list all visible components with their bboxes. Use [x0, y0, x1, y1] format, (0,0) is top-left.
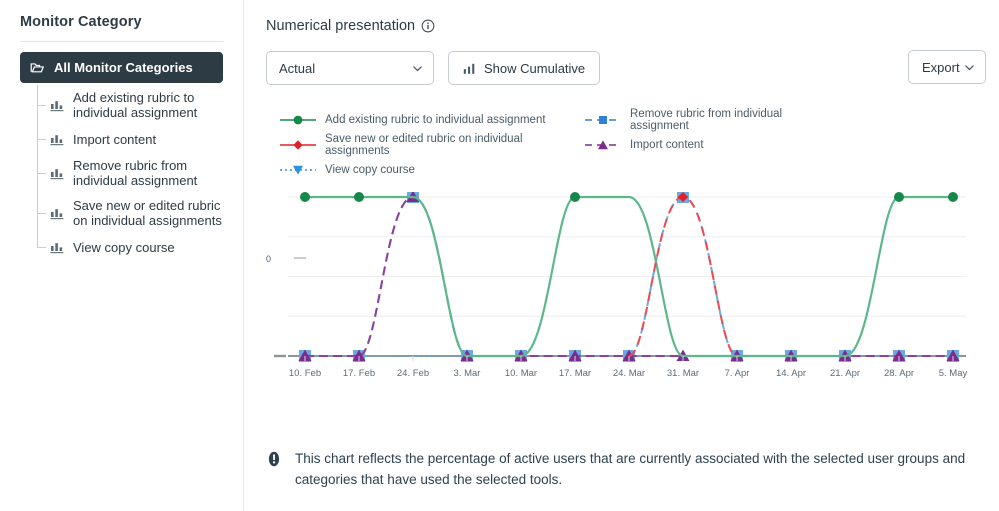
chart-description: This chart reflects the percentage of ac…: [266, 448, 986, 490]
sidebar: Monitor Category All Monitor Categories: [0, 0, 244, 511]
chart-container: 0 10. Feb 17. Feb 24. Feb 3. Mar 10. Mar…: [266, 192, 986, 392]
sidebar-item-add-existing-rubric[interactable]: Add existing rubric to individual assign…: [37, 85, 223, 125]
presentation-select[interactable]: Actual: [266, 51, 434, 85]
page-root: Monitor Category All Monitor Categories: [0, 0, 999, 511]
bar-chart-icon: [49, 205, 65, 221]
x-tick-label: 17. Mar: [559, 368, 591, 379]
legend-marker-square-icon: [583, 113, 623, 127]
y-axis: 0: [266, 254, 306, 358]
bar-chart-icon: [49, 131, 65, 147]
legend-marker-triangle-icon: [583, 138, 623, 152]
sidebar-title: Monitor Category: [20, 14, 142, 30]
legend-label: Add existing rubric to individual assign…: [325, 113, 546, 126]
x-tick-label: 24. Mar: [613, 368, 645, 379]
chart-toolbar: Actual Show Cumulative Export: [266, 50, 986, 85]
legend-marker-triangle-down-icon: [278, 163, 318, 177]
info-exclamation-icon: [266, 451, 282, 467]
x-tick-label: 10. Feb: [289, 368, 321, 379]
x-tick-label: 7. Apr: [725, 368, 750, 379]
legend-item-import-content[interactable]: Import content: [583, 132, 843, 157]
legend-marker-circle-icon: [278, 113, 318, 127]
sidebar-item-remove-rubric[interactable]: Remove rubric from individual assignment: [37, 153, 223, 193]
chart-legend: Add existing rubric to individual assign…: [278, 107, 848, 182]
sidebar-item-all-monitor-categories[interactable]: All Monitor Categories: [20, 52, 223, 83]
sidebar-item-label: Add existing rubric to individual assign…: [73, 90, 198, 120]
show-cumulative-label: Show Cumulative: [484, 60, 586, 76]
bar-chart-icon: [49, 239, 65, 255]
x-tick-label: 24. Feb: [397, 368, 429, 379]
presentation-select-value: Actual: [279, 60, 316, 76]
legend-marker-diamond-icon: [278, 138, 318, 152]
legend-item-view-copy-course[interactable]: View copy course: [278, 157, 583, 182]
page-title: Numerical presentation: [266, 18, 416, 34]
x-tick-label: 14. Apr: [776, 368, 806, 379]
x-tick-label: 17. Feb: [343, 368, 375, 379]
legend-label: Save new or edited rubric on individual …: [325, 132, 523, 157]
x-tick-label: 5. May: [939, 368, 968, 379]
sidebar-item-view-copy-course[interactable]: View copy course: [37, 233, 223, 261]
sidebar-item-label: Save new or edited rubric on individual …: [73, 198, 222, 228]
line-chart[interactable]: 0 10. Feb 17. Feb 24. Feb 3. Mar 10. Mar…: [266, 192, 986, 392]
legend-label: Remove rubric from individual assignment: [630, 107, 783, 132]
folder-icon: [30, 60, 45, 75]
chevron-down-icon: [964, 62, 975, 73]
sidebar-item-label: Remove rubric from individual assignment: [73, 158, 198, 188]
legend-item-remove-rubric[interactable]: Remove rubric from individual assignment: [583, 107, 843, 132]
export-label: Export: [922, 59, 960, 75]
legend-item-save-new-rubric[interactable]: Save new or edited rubric on individual …: [278, 132, 583, 157]
export-button[interactable]: Export: [908, 50, 986, 84]
x-tick-label: 28. Apr: [884, 368, 914, 379]
bar-chart-icon: [463, 62, 476, 75]
sidebar-item-save-new-rubric[interactable]: Save new or edited rubric on individual …: [37, 193, 223, 233]
chevron-down-icon: [412, 63, 423, 74]
chart-gridlines: [288, 196, 966, 317]
sidebar-item-label: Import content: [73, 131, 157, 147]
main-panel: Numerical presentation Actual Show Cumul…: [244, 0, 999, 511]
info-circle-icon[interactable]: [421, 19, 435, 33]
x-tick-label: 31. Mar: [667, 368, 699, 379]
y-tick-label: 0: [266, 254, 271, 264]
page-title-row: Numerical presentation: [266, 18, 986, 34]
sidebar-tree: Add existing rubric to individual assign…: [20, 85, 223, 261]
x-axis-labels: 10. Feb 17. Feb 24. Feb 3. Mar 10. Mar 1…: [289, 368, 968, 379]
chart-description-text: This chart reflects the percentage of ac…: [295, 451, 966, 487]
sidebar-item-import-content[interactable]: Import content: [37, 125, 223, 153]
sidebar-root-label: All Monitor Categories: [54, 60, 193, 75]
x-tick-label: 10. Mar: [505, 368, 537, 379]
x-tick-label: 3. Mar: [454, 368, 481, 379]
show-cumulative-button[interactable]: Show Cumulative: [448, 51, 601, 85]
sidebar-item-label: View copy course: [73, 239, 175, 255]
legend-label: View copy course: [325, 163, 415, 176]
legend-item-add-existing-rubric[interactable]: Add existing rubric to individual assign…: [278, 107, 583, 132]
sidebar-divider: [20, 41, 223, 42]
x-tick-label: 21. Apr: [830, 368, 860, 379]
bar-chart-icon: [49, 165, 65, 181]
legend-label: Import content: [630, 138, 704, 151]
bar-chart-icon: [49, 97, 65, 113]
